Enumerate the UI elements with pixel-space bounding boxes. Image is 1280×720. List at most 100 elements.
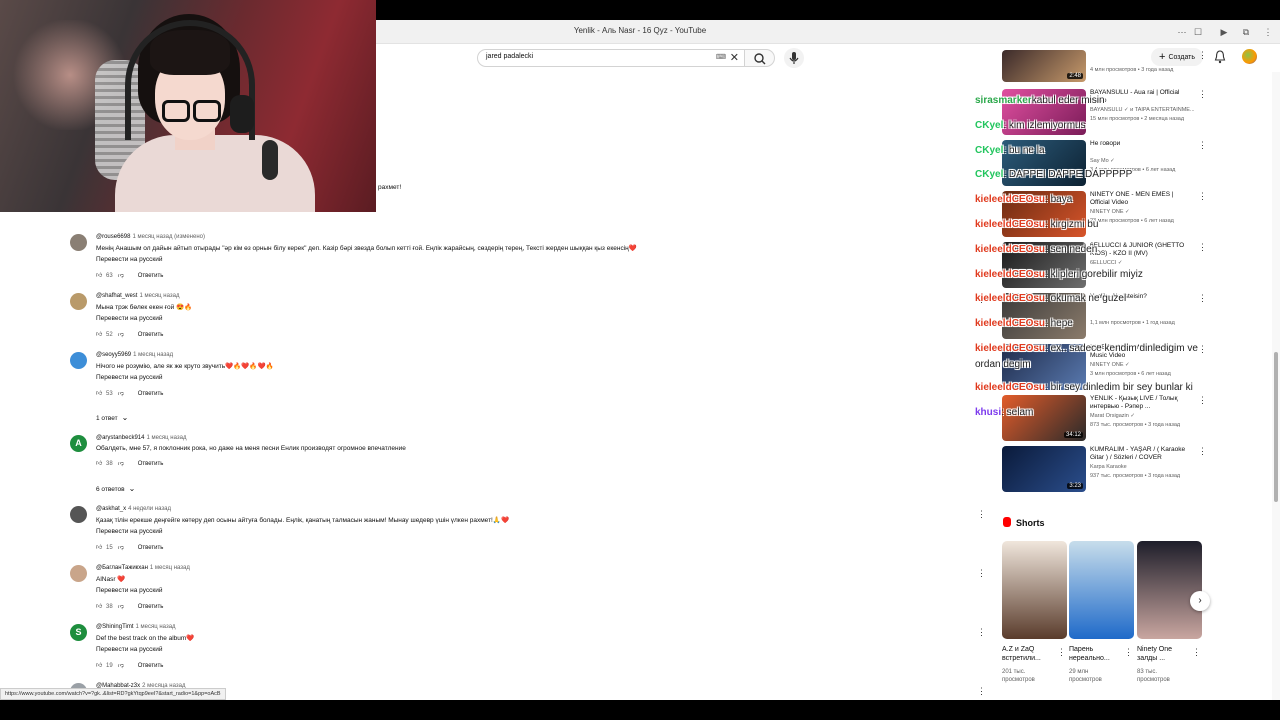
reply-button[interactable]: Ответить	[138, 663, 164, 669]
comment-author[interactable]: @seoyy5969	[96, 352, 131, 358]
more-actions-icon[interactable]: ⋮	[1198, 191, 1207, 202]
recommended-video[interactable]: 34:12 YENLIK - Қызық LIVE / Толық интерв…	[1002, 395, 1207, 441]
short-title[interactable]: Ninety One залды ...	[1137, 645, 1189, 663]
more-actions-icon[interactable]: ⋮	[1198, 140, 1207, 151]
commenter-avatar[interactable]	[70, 565, 87, 582]
comment-time[interactable]: 1 месяц назад	[150, 565, 190, 571]
comment-time[interactable]: 1 месяц назад	[133, 352, 173, 358]
reply-button[interactable]: Ответить	[138, 273, 164, 279]
more-actions-icon[interactable]: ⋮	[1124, 647, 1133, 658]
comment-time[interactable]: 1 месяц назад (изменено)	[132, 234, 205, 240]
more-actions-icon[interactable]: ⋮	[977, 568, 986, 579]
translate-link[interactable]: Перевести на русский	[96, 374, 163, 381]
translate-link[interactable]: Перевести на русский	[96, 587, 163, 594]
comment-author[interactable]: @БагланТажикхан	[96, 565, 148, 571]
commenter-avatar[interactable]: A	[70, 435, 87, 452]
reply-button[interactable]: Ответить	[138, 545, 164, 551]
like-icon[interactable]: 👍︎	[96, 330, 104, 338]
video-channel[interactable]: BAYANSULU ✓ и TAIPA ENTERTAINME...	[1090, 107, 1194, 113]
page-scrollbar[interactable]	[1272, 72, 1280, 700]
like-icon[interactable]: 👍︎	[96, 543, 104, 551]
recommended-video[interactable]: 2:48 4 млн просмотров • 3 года назад ⋮	[1002, 50, 1207, 82]
scroll-thumb[interactable]	[1274, 352, 1278, 502]
more-actions-icon[interactable]: ⋮	[1198, 293, 1207, 304]
menu-icon[interactable]: ⋮	[1262, 26, 1274, 38]
dislike-icon[interactable]: 👎︎	[118, 661, 126, 669]
short-thumbnail[interactable]	[1069, 541, 1134, 639]
commenter-avatar[interactable]	[70, 293, 87, 310]
video-title[interactable]: BAYANSULU - Aua rai | Official Video	[1090, 89, 1194, 105]
more-actions-icon[interactable]: ⋮	[1198, 395, 1207, 406]
video-channel[interactable]: Say Mo ✓	[1090, 158, 1194, 164]
video-thumbnail[interactable]: 34:12	[1002, 395, 1086, 441]
translate-link[interactable]: Перевести на русский	[96, 528, 163, 535]
commenter-avatar[interactable]	[70, 352, 87, 369]
short-thumbnail[interactable]	[1002, 541, 1067, 639]
extensions-icon[interactable]: ⧉	[1240, 26, 1252, 38]
bookmark-icon[interactable]: ☐	[1192, 26, 1204, 38]
search-input[interactable]: jared padalecki	[486, 53, 533, 60]
translate-link[interactable]: Перевести на русский	[96, 315, 163, 322]
like-icon[interactable]: 👍︎	[96, 661, 104, 669]
reply-button[interactable]: Ответить	[138, 332, 164, 338]
dislike-icon[interactable]: 👎︎	[118, 459, 126, 467]
video-channel[interactable]: 6ELLUCCI ✓	[1090, 260, 1194, 266]
more-actions-icon[interactable]: ⋮	[1198, 446, 1207, 457]
comment-author[interactable]: @rouse6698	[96, 234, 130, 240]
replies-toggle[interactable]: 6 ответов ⌄	[96, 484, 135, 493]
notifications-bell-icon[interactable]	[1214, 50, 1226, 64]
reply-button[interactable]: Ответить	[138, 604, 164, 610]
more-actions-icon[interactable]: ⋮	[1198, 242, 1207, 253]
video-title[interactable]: KUMRALIM - YAŞAR / ( Karaoke Gitar ) / S…	[1090, 446, 1194, 462]
video-channel[interactable]: NINETY ONE ✓	[1090, 209, 1194, 215]
video-channel[interactable]: Marat Orsigazin ✓	[1090, 413, 1194, 419]
replies-toggle[interactable]: 1 ответ ⌄	[96, 413, 128, 422]
video-title[interactable]: 6ELLUCCI & JUNIOR (GHETTO KIDS) - KZO II…	[1090, 242, 1194, 258]
more-actions-icon[interactable]: ⋮	[1192, 647, 1201, 658]
comment-author[interactable]: @askhat_x	[96, 506, 126, 512]
video-channel[interactable]: NINETY ONE ✓	[1090, 362, 1194, 368]
comment-author[interactable]: @arystanbeck914	[96, 435, 144, 441]
recommended-video[interactable]: 3:23 KUMRALIM - YAŞAR / ( Karaoke Gitar …	[1002, 446, 1207, 492]
commenter-avatar[interactable]	[70, 506, 87, 523]
reply-button[interactable]: Ответить	[138, 461, 164, 467]
comment-time[interactable]: 1 месяц назад	[136, 624, 176, 630]
more-actions-icon[interactable]: ⋮	[977, 509, 986, 520]
more-actions-icon[interactable]: ⋮	[1198, 50, 1207, 61]
short-thumbnail[interactable]	[1137, 541, 1202, 639]
dislike-icon[interactable]: 👎︎	[118, 271, 126, 279]
comment-author[interactable]: @shafhat_west	[96, 293, 137, 299]
like-icon[interactable]: 👍︎	[96, 389, 104, 397]
voice-search-button[interactable]	[784, 48, 804, 68]
short-title[interactable]: Парень нереально...	[1069, 645, 1121, 663]
commenter-avatar[interactable]	[70, 234, 87, 251]
short-title[interactable]: A.Z и ZaQ встретили...	[1002, 645, 1054, 663]
dislike-icon[interactable]: 👎︎	[118, 389, 126, 397]
shorts-next-button[interactable]: ›	[1190, 591, 1210, 611]
search-button[interactable]	[745, 49, 775, 67]
video-title[interactable]: NINETY ONE - MEN EMES | Official Video	[1090, 191, 1194, 207]
like-icon[interactable]: 👍︎	[96, 271, 104, 279]
more-actions-icon[interactable]: ⋮	[1198, 344, 1207, 355]
dislike-icon[interactable]: 👎︎	[118, 602, 126, 610]
video-channel[interactable]: Karpa Karaoke	[1090, 464, 1194, 470]
translate-link[interactable]: Перевести на русский	[96, 646, 163, 653]
translate-link[interactable]: Перевести на русский	[96, 256, 163, 263]
dislike-icon[interactable]: 👎︎	[118, 543, 126, 551]
more-actions-icon[interactable]: ⋮	[977, 686, 986, 697]
comment-time[interactable]: 4 недели назад	[128, 506, 171, 512]
more-actions-icon[interactable]: ⋮	[1198, 89, 1207, 100]
cast-icon[interactable]: ▶	[1218, 26, 1230, 38]
like-icon[interactable]: 👍︎	[96, 459, 104, 467]
video-title[interactable]: Не говори	[1090, 140, 1194, 148]
account-avatar[interactable]	[1242, 49, 1257, 64]
reply-button[interactable]: Ответить	[138, 391, 164, 397]
like-icon[interactable]: 👍︎	[96, 602, 104, 610]
comment-time[interactable]: 1 месяц назад	[139, 293, 179, 299]
clear-search-icon[interactable]: ✕	[730, 51, 739, 64]
video-thumbnail[interactable]: 2:48	[1002, 50, 1086, 82]
dislike-icon[interactable]: 👎︎	[118, 330, 126, 338]
more-actions-icon[interactable]: ⋮	[1057, 647, 1066, 658]
video-title[interactable]: YENLIK - Қызық LIVE / Толық интервью - Р…	[1090, 395, 1194, 411]
video-thumbnail[interactable]: 3:23	[1002, 446, 1086, 492]
